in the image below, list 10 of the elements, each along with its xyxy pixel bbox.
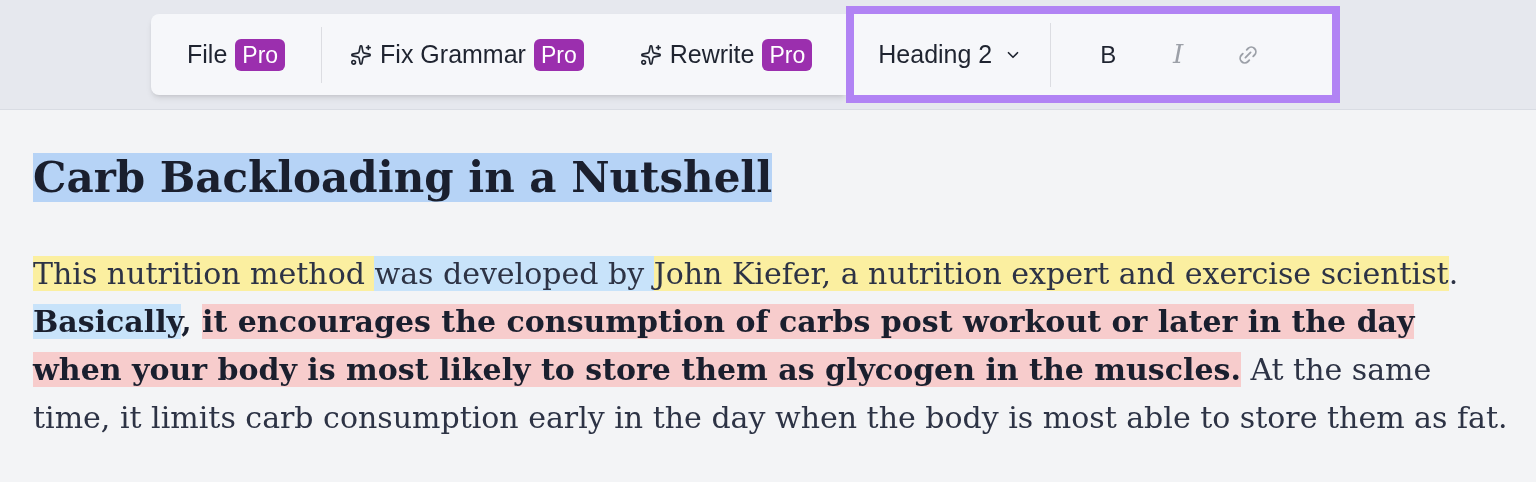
toolbar-button[interactable]: Rewrite Pro	[611, 26, 841, 83]
body-paragraph: This nutrition method was developed by John Kiefer, a nutrition expert and exercise scientist. Basically, it encourages the consumption of carbs post workout or later in the day when your body is most likely to store them as glycogen in the muscles. At the same time, it limits carb consumption early in the day when the body is most able to store them as fat.	[33, 255, 1509, 437]
document-heading: Carb Backloading in a Nutshell	[33, 153, 773, 202]
pro-badge: Pro	[235, 38, 286, 71]
pro-badge: Pro	[533, 38, 584, 71]
heading-dropdown[interactable]: Heading 2	[854, 22, 1051, 87]
pro-badge: Pro	[762, 38, 813, 71]
toolbar-button[interactable]: Fix Grammar Pro	[322, 26, 612, 83]
bold-button[interactable]: B	[1075, 29, 1142, 80]
toolbar-button[interactable]: File Pro	[151, 26, 322, 83]
